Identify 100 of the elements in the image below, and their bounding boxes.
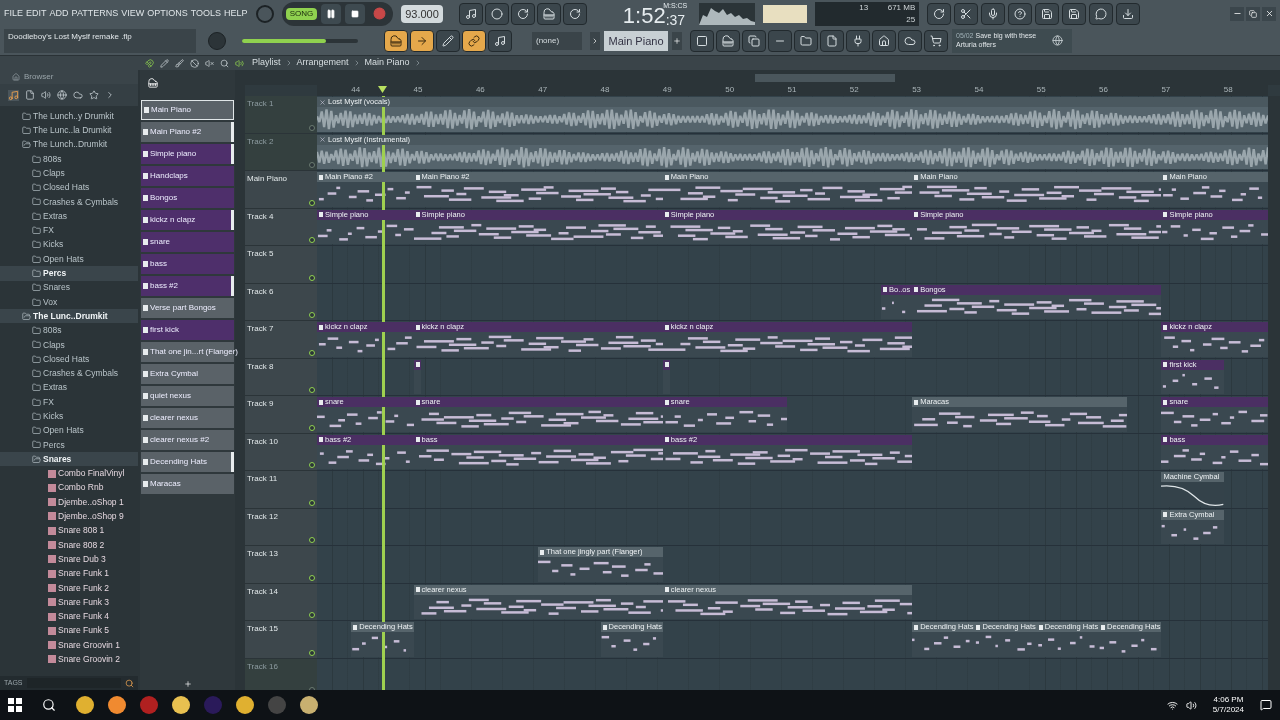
folder-item[interactable]: FX [0,223,138,238]
save-icon[interactable] [1035,2,1060,25]
restore-button[interactable] [1246,6,1260,21]
file-icon[interactable] [820,30,844,53]
menu-item[interactable]: PATTERNS [71,7,119,21]
current-pattern-field[interactable]: Main Piano [604,31,668,52]
track-header[interactable]: Track 1 [245,96,317,134]
mute-toggle[interactable] [309,349,315,356]
folder-item[interactable]: Percs [0,266,138,281]
folder-item[interactable]: Percs [0,437,138,453]
piano-roll-icon[interactable] [384,30,408,53]
sample-item[interactable]: Snare Funk 5 [0,623,138,638]
pause-button[interactable] [321,3,342,24]
folder-item[interactable]: Closed Hats [0,352,138,367]
master-volume-slider[interactable] [242,39,358,44]
folder-item[interactable]: Crashes & Cymbals [0,366,138,381]
folder-item[interactable]: Snares [0,280,138,295]
pattern-item[interactable]: quiet nexus [141,386,234,406]
chat-icon[interactable] [1089,2,1114,25]
microphone-icon[interactable] [981,2,1006,25]
folder-item[interactable]: FX [0,394,138,410]
folder-item[interactable]: Crashes & Cymbals [0,194,138,210]
folder-item[interactable]: 808s [0,323,138,338]
sample-item[interactable]: Snare Dub 3 [0,552,138,567]
loop-icon[interactable] [562,2,587,25]
help-icon[interactable] [1008,2,1033,25]
pattern-prev-button[interactable] [590,32,600,51]
link-icon[interactable] [462,30,486,53]
sample-item[interactable]: Djembe..oShop 1 [0,495,138,510]
add-pattern-button[interactable] [672,32,682,51]
sample-item[interactable]: Combo FinalVinyl [0,466,138,481]
menu-item[interactable]: EDIT [26,7,47,21]
mute-toggle[interactable] [309,387,315,393]
folder-item[interactable]: Extras [0,209,138,224]
sample-item[interactable]: Snare Funk 2 [0,580,138,596]
cart-icon[interactable] [924,30,948,53]
start-icon[interactable] [8,698,22,712]
mute-toggle[interactable] [309,237,315,243]
sample-item[interactable]: Snare Groovin 1 [0,638,138,653]
mute-toggle[interactable] [309,199,315,206]
mute-toggle[interactable] [309,462,315,468]
pencil-icon[interactable] [436,30,460,53]
pattern-item[interactable]: snare [141,232,234,252]
pattern-item[interactable]: Handclaps [141,166,234,186]
sample-item[interactable]: Snare 808 1 [0,523,138,538]
folder-item[interactable]: 808s [0,151,138,167]
folder-item[interactable]: Kicks [0,409,138,424]
pattern-item[interactable]: Extra Cymbal [141,364,234,384]
mute-toggle[interactable] [309,312,315,318]
folder-item[interactable]: The Lunch..y Drumkit [0,109,138,124]
track-header[interactable]: Track 2 [245,133,317,171]
tempo-display[interactable]: 93.000 [401,4,443,23]
browser-tree-icon[interactable] [794,30,818,53]
sample-item[interactable]: Snare Funk 3 [0,595,138,610]
folder-item[interactable]: Kicks [0,237,138,252]
sample-item[interactable]: Snare Funk 4 [0,609,138,624]
menu-item[interactable]: OPTIONS [147,7,188,21]
mute-toggle[interactable] [309,612,315,618]
menu-item[interactable]: ADD [49,7,69,21]
pattern-item[interactable]: first kick [141,320,234,340]
pattern-item[interactable]: bass #2 [141,276,234,296]
plug-icon[interactable] [846,30,870,53]
mute-toggle[interactable] [309,649,315,656]
folder-item[interactable]: Extras [0,380,138,395]
playlist-icon[interactable] [690,30,714,53]
scissors-icon[interactable] [954,2,979,25]
stop-button[interactable] [345,3,366,24]
pattern-item[interactable]: clearer nexus #2 [141,430,234,450]
folder-item[interactable]: Open Hats [0,251,138,267]
track-header[interactable]: Track 16 [245,658,317,690]
breadcrumb-item[interactable]: Arrangement [296,56,349,70]
sample-item[interactable]: Snare Funk 1 [0,566,138,581]
pattern-selector[interactable]: (none) [532,32,582,51]
pattern-item[interactable]: kickz n clapz [141,210,234,230]
minimize-button[interactable] [1230,6,1244,21]
folder-item[interactable]: Snares [0,452,138,467]
mute-toggle[interactable] [309,124,315,131]
folder-item[interactable]: Claps [0,337,138,353]
pattern-item[interactable]: Simple piano [141,144,234,164]
breadcrumb-item[interactable]: Playlist [252,56,281,70]
mute-toggle[interactable] [309,537,315,543]
menu-item[interactable]: VIEW [121,7,145,21]
pattern-item[interactable]: Main Piano #2 [141,122,234,142]
pattern-item[interactable]: Maracas [141,474,234,494]
folder-item[interactable]: Open Hats [0,423,138,438]
folder-item[interactable]: The Lunc..la Drumkit [0,123,138,138]
song-mode-toggle[interactable]: SONG [285,7,318,20]
folder-item[interactable]: Claps [0,166,138,181]
breadcrumb-item[interactable]: Main Piano [364,56,410,70]
step-sequencer-icon[interactable] [716,30,740,53]
pattern-item[interactable]: Main Piano [141,100,234,120]
pattern-item[interactable]: Verse part Bongos [141,298,234,318]
mute-toggle[interactable] [309,274,315,281]
sample-item[interactable]: Snare Groovin 2 [0,652,138,667]
sample-item[interactable]: Snare 808 2 [0,537,138,553]
pattern-item[interactable]: clearer nexus [141,408,234,428]
pattern-item[interactable]: Bongos [141,188,234,208]
folder-item[interactable]: The Lunc..Drumkit [0,309,138,324]
sample-item[interactable]: Combo Rnb [0,480,138,495]
pattern-clip[interactable] [413,359,422,394]
